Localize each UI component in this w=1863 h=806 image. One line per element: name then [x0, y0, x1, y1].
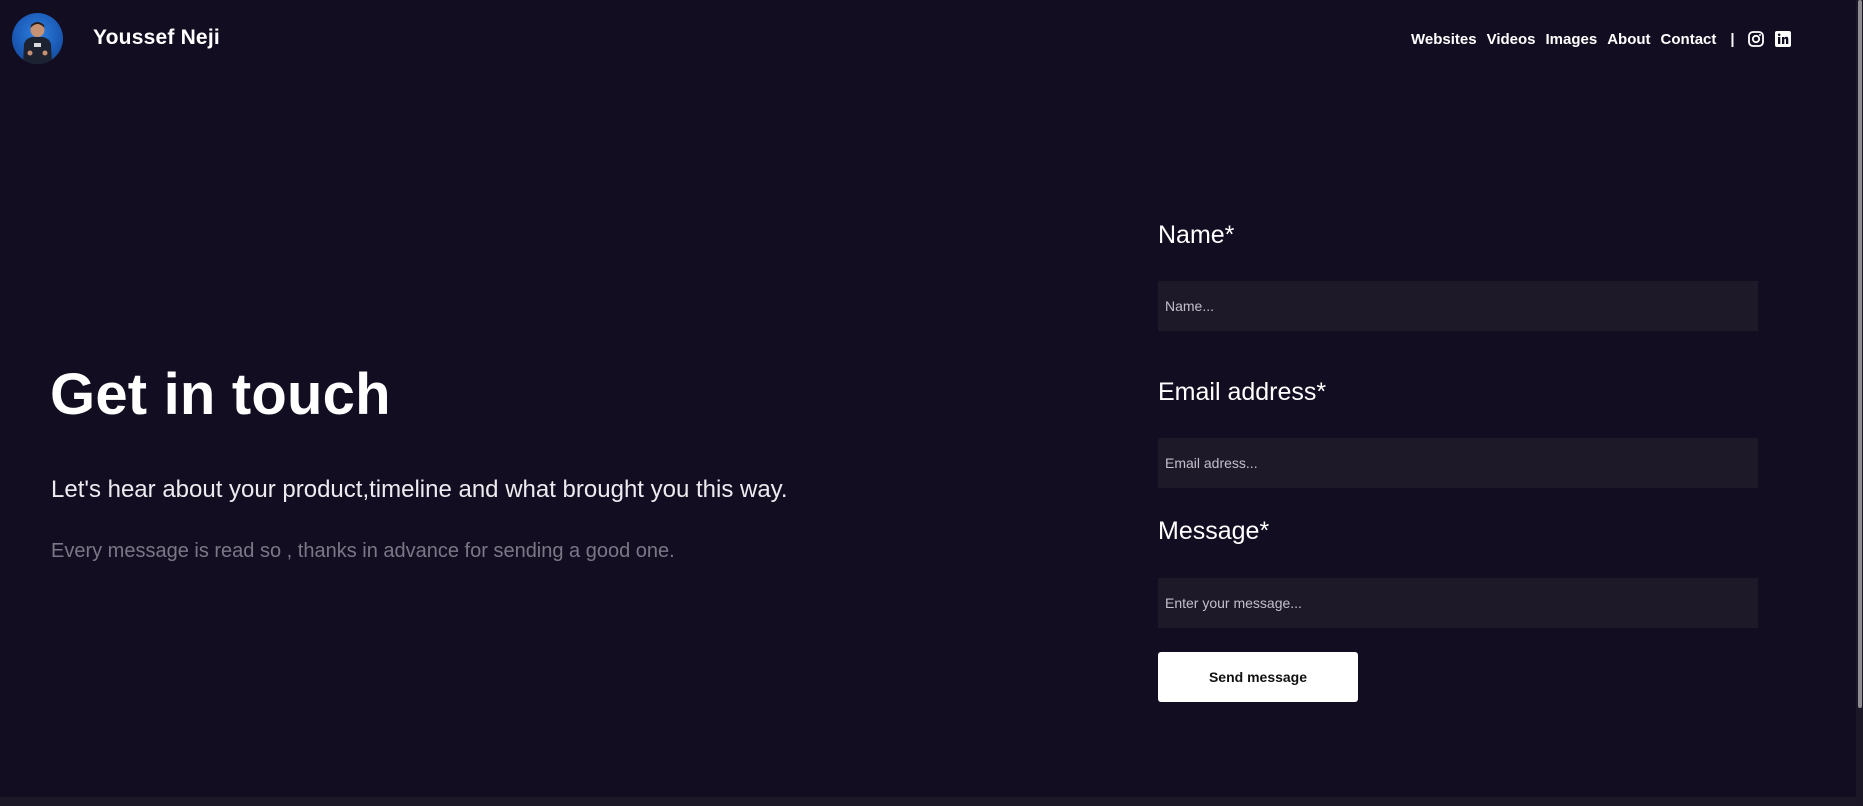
email-input[interactable] — [1158, 438, 1758, 488]
name-input[interactable] — [1158, 281, 1758, 331]
nav-link-websites[interactable]: Websites — [1411, 31, 1477, 48]
page-title: Get in touch — [50, 362, 391, 427]
brand-name[interactable]: Youssef Neji — [93, 26, 220, 50]
instagram-icon[interactable] — [1747, 31, 1764, 47]
nav-link-images[interactable]: Images — [1546, 31, 1598, 48]
avatar[interactable] — [12, 13, 63, 64]
contact-page: Youssef Neji Websites Videos Images Abou… — [0, 0, 1863, 806]
message-label: Message* — [1158, 517, 1270, 545]
nav-link-videos[interactable]: Videos — [1487, 31, 1536, 48]
email-label: Email address* — [1158, 378, 1327, 406]
linkedin-icon[interactable] — [1774, 31, 1791, 47]
nav-link-about[interactable]: About — [1607, 31, 1650, 48]
name-label: Name* — [1158, 221, 1235, 249]
scrollbar-thumb[interactable] — [1858, 0, 1862, 708]
hero-subtitle: Let's hear about your product,timeline a… — [51, 476, 788, 503]
main-nav: Websites Videos Images About Contact | — [1411, 28, 1791, 50]
send-message-button[interactable]: Send message — [1158, 652, 1358, 702]
nav-separator: | — [1730, 30, 1735, 48]
site-header: Youssef Neji Websites Videos Images Abou… — [0, 0, 1856, 78]
hero-note: Every message is read so , thanks in adv… — [51, 540, 675, 562]
message-input[interactable] — [1158, 578, 1758, 628]
footer-edge — [0, 797, 1856, 806]
nav-link-contact[interactable]: Contact — [1661, 31, 1717, 48]
